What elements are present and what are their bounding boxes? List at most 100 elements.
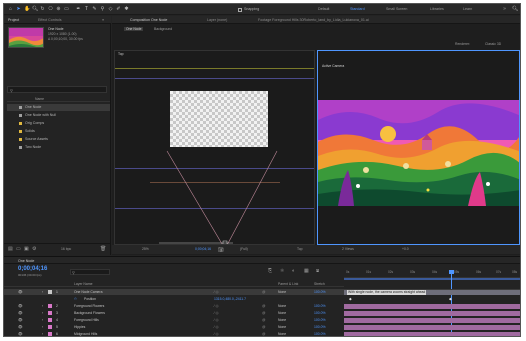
switches-icon[interactable]: ⁄ ◎ xyxy=(214,289,218,295)
eraser-tool-icon[interactable]: ◇ xyxy=(108,7,113,12)
active-camera-view[interactable]: Active Camera xyxy=(317,50,520,245)
puppet-tool-icon[interactable]: ✱ xyxy=(124,7,129,12)
layer-row[interactable]: 👁︎ › 1 One Node Camera ⁄ ◎ @ None 100.0% With si… xyxy=(4,289,520,295)
keyframe-icon[interactable]: ◆ xyxy=(449,296,452,302)
timeline-search-input[interactable]: ⚲ xyxy=(70,269,110,275)
frame-blend-icon[interactable]: ⧈ xyxy=(316,268,319,274)
timeline-timecode[interactable]: 0;00;04;16 xyxy=(18,266,47,272)
layer-duration-bar[interactable] xyxy=(344,317,520,323)
parent-pickwhip-icon[interactable]: @ xyxy=(262,289,265,295)
workspace-standard[interactable]: Standard xyxy=(350,7,365,11)
workspace-overflow-icon[interactable]: » xyxy=(502,7,507,12)
layer-name[interactable]: Background Flowers xyxy=(74,310,105,316)
switches-icon[interactable]: ⁄ ◎ xyxy=(214,317,218,323)
project-item[interactable]: Two Node xyxy=(7,144,110,151)
draft-3d-icon[interactable]: ⚛ xyxy=(280,268,284,274)
label-color[interactable] xyxy=(48,311,52,315)
view-layout-select[interactable]: 2 Views xyxy=(342,247,354,251)
label-color[interactable] xyxy=(19,146,22,149)
selection-tool-icon[interactable]: ➤ xyxy=(16,7,21,12)
layer-name[interactable]: One Node Camera xyxy=(74,289,102,295)
stretch-value[interactable]: 100.0% xyxy=(314,310,326,316)
eye-icon[interactable]: 👁︎ xyxy=(18,310,23,316)
interpret-footage-icon[interactable]: ▤ xyxy=(8,246,13,252)
workspace-default[interactable]: Default xyxy=(318,7,329,11)
label-color[interactable] xyxy=(19,114,22,117)
parent-select[interactable]: None xyxy=(278,303,286,309)
expand-arrow-icon[interactable]: › xyxy=(42,317,43,323)
column-stretch[interactable]: Stretch xyxy=(314,282,325,286)
breadcrumb-background[interactable]: Background xyxy=(154,27,172,31)
parent-pickwhip-icon[interactable]: @ xyxy=(262,317,265,323)
top-view[interactable]: Top xyxy=(114,50,315,245)
renderer-value[interactable]: Classic 3D xyxy=(485,42,501,46)
layer-row[interactable]: 👁︎ › 2 Foreground Flowers ⁄ ◎ @ None 100.0% xyxy=(4,303,520,309)
hand-tool-icon[interactable]: ✋ xyxy=(24,7,30,12)
layer-name[interactable]: Midground Hills xyxy=(74,331,97,336)
magnification-select[interactable]: 25% xyxy=(142,247,149,251)
switches-icon[interactable]: ⁄ ◎ xyxy=(214,303,218,309)
layer-duration-bar[interactable] xyxy=(344,303,520,309)
work-area-bar[interactable] xyxy=(344,278,520,280)
breadcrumb-one-node[interactable]: One Node xyxy=(124,26,144,31)
parent-select[interactable]: None xyxy=(278,317,286,323)
playhead-handle[interactable] xyxy=(449,270,454,274)
parent-select[interactable]: None xyxy=(278,310,286,316)
bit-depth[interactable]: 16 bpc xyxy=(61,247,71,251)
rectangle-tool-icon[interactable]: ▭ xyxy=(64,7,69,12)
parent-pickwhip-icon[interactable]: @ xyxy=(262,324,265,330)
column-name[interactable]: Name xyxy=(35,97,44,101)
parent-select[interactable]: None xyxy=(278,289,286,295)
new-folder-icon[interactable]: ▭ xyxy=(16,246,21,252)
stopwatch-icon[interactable]: ⏱︎ xyxy=(74,296,77,302)
type-tool-icon[interactable]: T xyxy=(84,7,89,12)
search-help-icon[interactable]: 🔍︎ xyxy=(512,7,518,12)
brush-tool-icon[interactable]: ✎ xyxy=(92,7,97,12)
panel-menu-icon[interactable]: ≡ xyxy=(102,18,104,22)
motion-blur-icon[interactable]: ◐ xyxy=(292,268,295,274)
project-item[interactable]: Source Assets xyxy=(7,136,110,143)
snapshot-icon[interactable]: 📷︎ xyxy=(218,247,224,253)
switches-icon[interactable]: ⁄ ◎ xyxy=(214,324,218,330)
current-time[interactable]: 0;00;04;16 xyxy=(195,247,211,251)
project-item[interactable]: One Node with Null xyxy=(7,112,110,119)
label-color[interactable] xyxy=(48,318,52,322)
tab-effect-controls[interactable]: Effect Controls xyxy=(38,18,62,22)
parent-pickwhip-icon[interactable]: @ xyxy=(262,310,265,316)
clone-stamp-tool-icon[interactable]: ⚲ xyxy=(100,7,105,12)
stretch-value[interactable]: 100.0% xyxy=(314,317,326,323)
workspace-libraries[interactable]: Libraries xyxy=(430,7,444,11)
graph-editor-icon[interactable]: ▦ xyxy=(304,268,309,274)
resolution-select[interactable]: (Full) xyxy=(240,247,248,251)
expand-arrow-icon[interactable]: › xyxy=(42,324,43,330)
layer-duration-bar[interactable] xyxy=(344,310,520,316)
exposure-value[interactable]: +0.0 xyxy=(402,247,409,251)
project-item[interactable]: One Node xyxy=(7,104,110,111)
label-color[interactable] xyxy=(48,304,52,308)
stretch-value[interactable]: 100.0% xyxy=(314,303,326,309)
layer-name[interactable]: Hippies xyxy=(74,324,85,330)
camera-tool-icon[interactable]: ⎔ xyxy=(48,7,53,12)
expand-arrow-icon[interactable]: › xyxy=(42,310,43,316)
stretch-value[interactable]: 100.0% xyxy=(314,289,326,295)
tab-composition[interactable]: Composition One Node xyxy=(130,18,167,22)
project-item[interactable]: Orig Comps xyxy=(7,120,110,127)
layer-duration-bar[interactable] xyxy=(344,331,520,336)
eye-icon[interactable]: 👁︎ xyxy=(18,317,23,323)
home-icon[interactable]: ⌂ xyxy=(8,7,13,12)
switches-icon[interactable]: ⁄ ◎ xyxy=(214,331,218,336)
stretch-value[interactable]: 100.0% xyxy=(314,331,326,336)
zoom-tool-icon[interactable]: 🔍︎ xyxy=(32,7,38,12)
expand-arrow-icon[interactable]: › xyxy=(42,303,43,309)
tab-project[interactable]: Project xyxy=(8,18,19,22)
eye-icon[interactable]: 👁︎ xyxy=(18,303,23,309)
expand-arrow-icon[interactable]: › xyxy=(42,331,43,336)
workspace-small-screen[interactable]: Small Screen xyxy=(386,7,407,11)
label-color[interactable] xyxy=(48,332,52,336)
layer-name[interactable]: Foreground Flowers xyxy=(74,303,104,309)
roto-brush-tool-icon[interactable]: ✐ xyxy=(116,7,121,12)
pan-behind-tool-icon[interactable]: ⊕ xyxy=(56,7,61,12)
property-value[interactable]: 1315.0,480.0,-2411.7 xyxy=(214,296,246,302)
layer-row[interactable]: 👁︎ › 6 Midground Hills ⁄ ◎ @ None 100.0% xyxy=(4,331,520,336)
layer-row[interactable]: 👁︎ › 4 Foreground Hills ⁄ ◎ @ None 100.0% xyxy=(4,317,520,323)
